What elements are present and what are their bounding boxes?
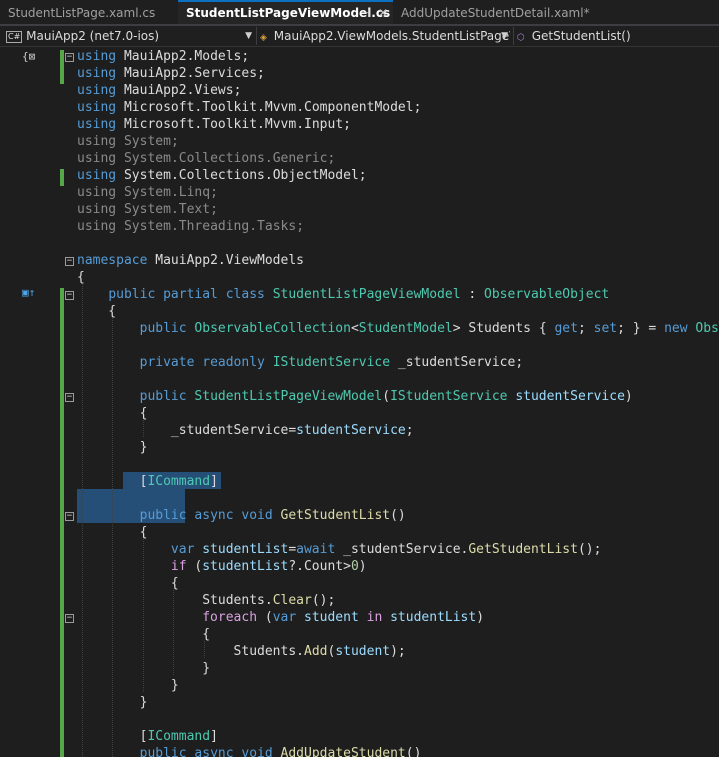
tab-label: StudentListPage.xaml.cs bbox=[8, 6, 156, 20]
code-line: _studentService=studentService; bbox=[170, 423, 414, 438]
code-editor[interactable]: {⊠ ▣↑ − − − − − − using MauiApp2.Models;… bbox=[0, 46, 719, 757]
code-line: Students.Add(student); bbox=[233, 644, 406, 659]
code-line: } bbox=[77, 678, 179, 693]
quick-actions-icon[interactable]: {⊠ bbox=[22, 50, 35, 63]
code-line: foreach (var student in studentList) bbox=[202, 610, 485, 625]
member-label: GetStudentList() bbox=[531, 29, 631, 43]
pin-icon[interactable]: ⊣ bbox=[360, 2, 370, 24]
code-line: { bbox=[77, 270, 85, 285]
close-icon[interactable]: ✕ bbox=[378, 2, 388, 24]
code-line-constructor: public StudentListPageViewModel(IStudent… bbox=[139, 389, 633, 404]
code-line: { bbox=[77, 576, 179, 591]
collapse-icon[interactable]: − bbox=[65, 291, 74, 300]
collapse-icon[interactable]: − bbox=[65, 257, 74, 266]
code-line-field: private readonly IStudentService _studen… bbox=[139, 355, 524, 370]
navigation-bar: C# MauiApp2 (net7.0-ios) ▼ ◈ MauiApp2.Vi… bbox=[0, 26, 719, 47]
code-line: { bbox=[77, 627, 211, 642]
change-indicator bbox=[60, 288, 64, 757]
code-line-unused: using System.Collections.Generic; bbox=[77, 151, 336, 166]
project-dropdown[interactable]: C# MauiApp2 (net7.0-ios) ▼ bbox=[0, 27, 254, 45]
change-indicator bbox=[60, 50, 64, 84]
code-line: using System.Collections.ObjectModel; bbox=[77, 168, 367, 183]
code-line: using MauiApp2.Views; bbox=[77, 83, 242, 98]
code-line-namespace: namespace MauiApp2.ViewModels bbox=[77, 253, 304, 268]
csharp-project-icon: C# bbox=[6, 30, 23, 43]
class-dropdown[interactable]: ◈ MauiApp2.ViewModels.StudentListPageV ▼ bbox=[260, 27, 510, 45]
code-line: Students.Clear(); bbox=[202, 593, 336, 608]
code-line-unused: using System; bbox=[77, 134, 179, 149]
divider bbox=[256, 27, 257, 45]
class-label: MauiApp2.ViewModels.StudentListPageV bbox=[273, 29, 510, 43]
code-line-method: public async void GetStudentList() bbox=[139, 508, 406, 523]
project-label: MauiApp2 (net7.0-ios) bbox=[26, 29, 160, 43]
code-line-unused: using System.Linq; bbox=[77, 185, 218, 200]
code-line-unused: using System.Threading.Tasks; bbox=[77, 219, 305, 234]
tab-label: AddUpdateStudentDetail.xaml* bbox=[401, 6, 590, 20]
code-line: } bbox=[77, 440, 148, 455]
code-line: } bbox=[77, 661, 211, 676]
code-line: } bbox=[77, 695, 148, 710]
document-tab-bar: StudentListPage.xaml.cs StudentListPageV… bbox=[0, 0, 719, 26]
tab-addupdatestudentdetail-xaml[interactable]: AddUpdateStudentDetail.xaml* bbox=[393, 0, 601, 24]
code-line: using MauiApp2.Models; bbox=[77, 49, 250, 64]
collapse-icon[interactable]: − bbox=[65, 393, 74, 402]
code-line: using MauiApp2.Services; bbox=[77, 66, 265, 81]
code-line-unused: using System.Text; bbox=[77, 202, 218, 217]
collapse-icon[interactable]: − bbox=[65, 53, 74, 62]
collapse-icon[interactable]: − bbox=[65, 512, 74, 521]
code-line-method: public async void AddUpdateStudent() bbox=[139, 746, 422, 757]
code-line: { bbox=[77, 525, 148, 540]
code-line: { bbox=[77, 304, 117, 319]
chevron-down-icon: ▼ bbox=[245, 31, 252, 41]
code-line: using Microsoft.Toolkit.Mvvm.ComponentMo… bbox=[77, 100, 422, 115]
tab-studentlistpage-xaml-cs[interactable]: StudentListPage.xaml.cs bbox=[0, 0, 180, 24]
member-dropdown[interactable]: ⬡ GetStudentList() bbox=[517, 27, 717, 45]
divider bbox=[513, 27, 514, 45]
code-line-attribute: [ICommand] bbox=[77, 729, 218, 744]
code-line: { bbox=[77, 406, 148, 421]
class-icon: ◈ bbox=[260, 33, 267, 43]
code-line: var studentList=await _studentService.Ge… bbox=[170, 542, 602, 557]
code-line: using Microsoft.Toolkit.Mvvm.Input; bbox=[77, 117, 351, 132]
implementation-icon[interactable]: ▣↑ bbox=[22, 286, 35, 299]
code-line-class: public partial class StudentListPageView… bbox=[108, 287, 610, 302]
code-line-property: public ObservableCollection<StudentModel… bbox=[139, 321, 719, 336]
chevron-down-icon: ▼ bbox=[501, 31, 508, 41]
change-indicator bbox=[60, 169, 64, 186]
collapse-icon[interactable]: − bbox=[65, 614, 74, 623]
code-line: if (studentList?.Count>0) bbox=[170, 559, 367, 574]
tab-studentlistpageviewmodel-cs[interactable]: StudentListPageViewModel.cs ⊣ ✕ bbox=[178, 0, 393, 24]
method-icon: ⬡ bbox=[517, 33, 525, 43]
code-line-attribute: [ICommand] bbox=[77, 474, 218, 489]
